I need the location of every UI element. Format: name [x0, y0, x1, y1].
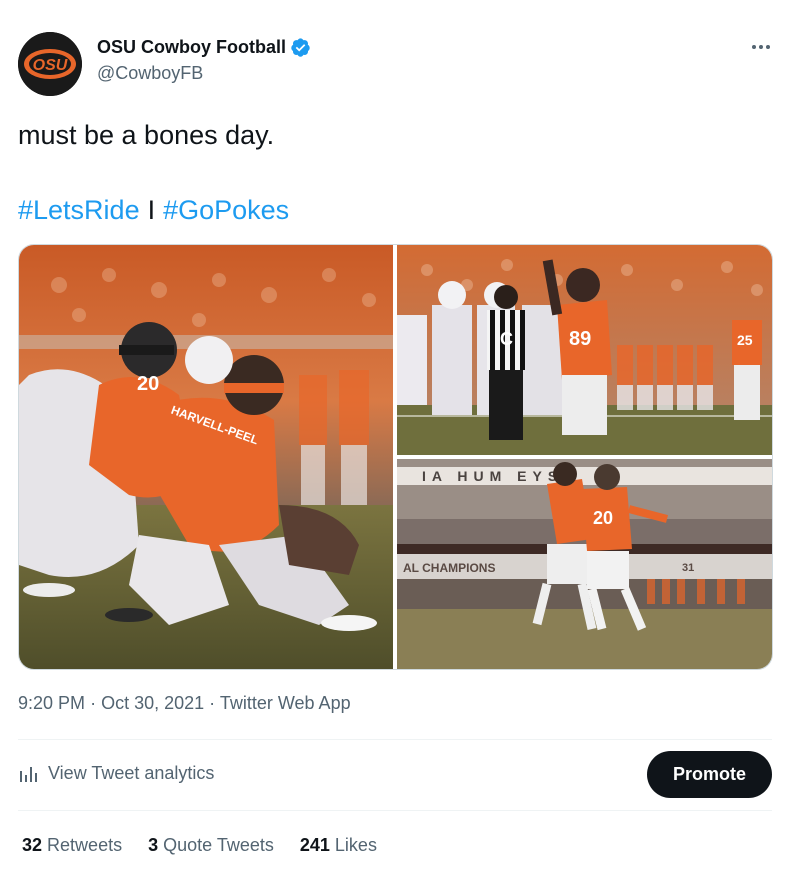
tweet-source[interactable]: Twitter Web App: [220, 693, 351, 713]
quotes-label: Quote Tweets: [163, 835, 274, 855]
author-avatar[interactable]: OSU: [18, 32, 82, 96]
meta-dot: ·: [209, 693, 216, 713]
view-analytics-link[interactable]: View Tweet analytics: [18, 762, 214, 784]
more-horizontal-icon[interactable]: [750, 36, 772, 58]
engagement-stats: 32 Retweets 3 Quote Tweets 241 Likes: [22, 835, 403, 856]
analytics-label[interactable]: View Tweet analytics: [48, 763, 214, 784]
tweet-time[interactable]: 9:20 PM: [18, 693, 85, 713]
jersey-number: 25: [737, 332, 753, 348]
photo-jump[interactable]: IA HUM EYS AL CHAMPIONS 31 20: [397, 459, 772, 669]
author-name-row[interactable]: OSU Cowboy Football: [97, 37, 311, 58]
quotes-count: 3: [148, 835, 159, 855]
analytics-bar-chart-icon: [20, 767, 37, 782]
tweet-hashtags: #LetsRide I #GoPokes: [18, 192, 289, 228]
jersey-number: 20: [137, 373, 159, 395]
media-grid: 20 HARVELL-PEEL C 89 25 IA HUM EYS AL CH…: [18, 244, 773, 670]
osu-logo-icon: OSU: [18, 32, 82, 96]
retweets-count: 32: [22, 835, 43, 855]
promote-button[interactable]: Promote: [647, 751, 772, 798]
author-handle[interactable]: @CowboyFB: [97, 63, 203, 84]
likes-count: 241: [299, 835, 330, 855]
meta-dot: ·: [90, 693, 97, 713]
verified-badge-icon: [290, 37, 311, 58]
stadium-banner-text: IA HUM EYS: [422, 468, 563, 484]
likes-stat[interactable]: 241 Likes: [300, 835, 377, 856]
retweets-label: Retweets: [47, 835, 123, 855]
jersey-number: 20: [593, 508, 613, 528]
wall-text: AL CHAMPIONS: [403, 561, 495, 575]
tweet-card: OSU OSU Cowboy Football @CowboyFB must b…: [0, 0, 792, 872]
hashtag-link[interactable]: #LetsRide: [18, 195, 140, 225]
jersey-number: 89: [569, 328, 591, 350]
divider: [18, 810, 772, 811]
tweet-date[interactable]: Oct 30, 2021: [101, 693, 204, 713]
photo-celebration[interactable]: C 89 25: [397, 245, 772, 455]
quote-tweets-stat[interactable]: 3 Quote Tweets: [148, 835, 274, 856]
likes-label: Likes: [334, 835, 377, 855]
author-display-name[interactable]: OSU Cowboy Football: [97, 37, 286, 58]
divider: [18, 739, 772, 740]
tweet-text: must be a bones day.: [18, 120, 275, 150]
retweets-stat[interactable]: 32 Retweets: [22, 835, 122, 856]
tweet-meta: 9:20 PM · Oct 30, 2021 · Twitter Web App: [18, 693, 351, 714]
photo-tackle[interactable]: 20 HARVELL-PEEL: [19, 245, 393, 669]
referee-letter: C: [500, 329, 513, 349]
avatar-logo-text: OSU: [33, 57, 68, 74]
bowl-text: 31: [682, 562, 694, 574]
hashtag-separator: I: [147, 195, 156, 225]
hashtag-link[interactable]: #GoPokes: [163, 195, 289, 225]
